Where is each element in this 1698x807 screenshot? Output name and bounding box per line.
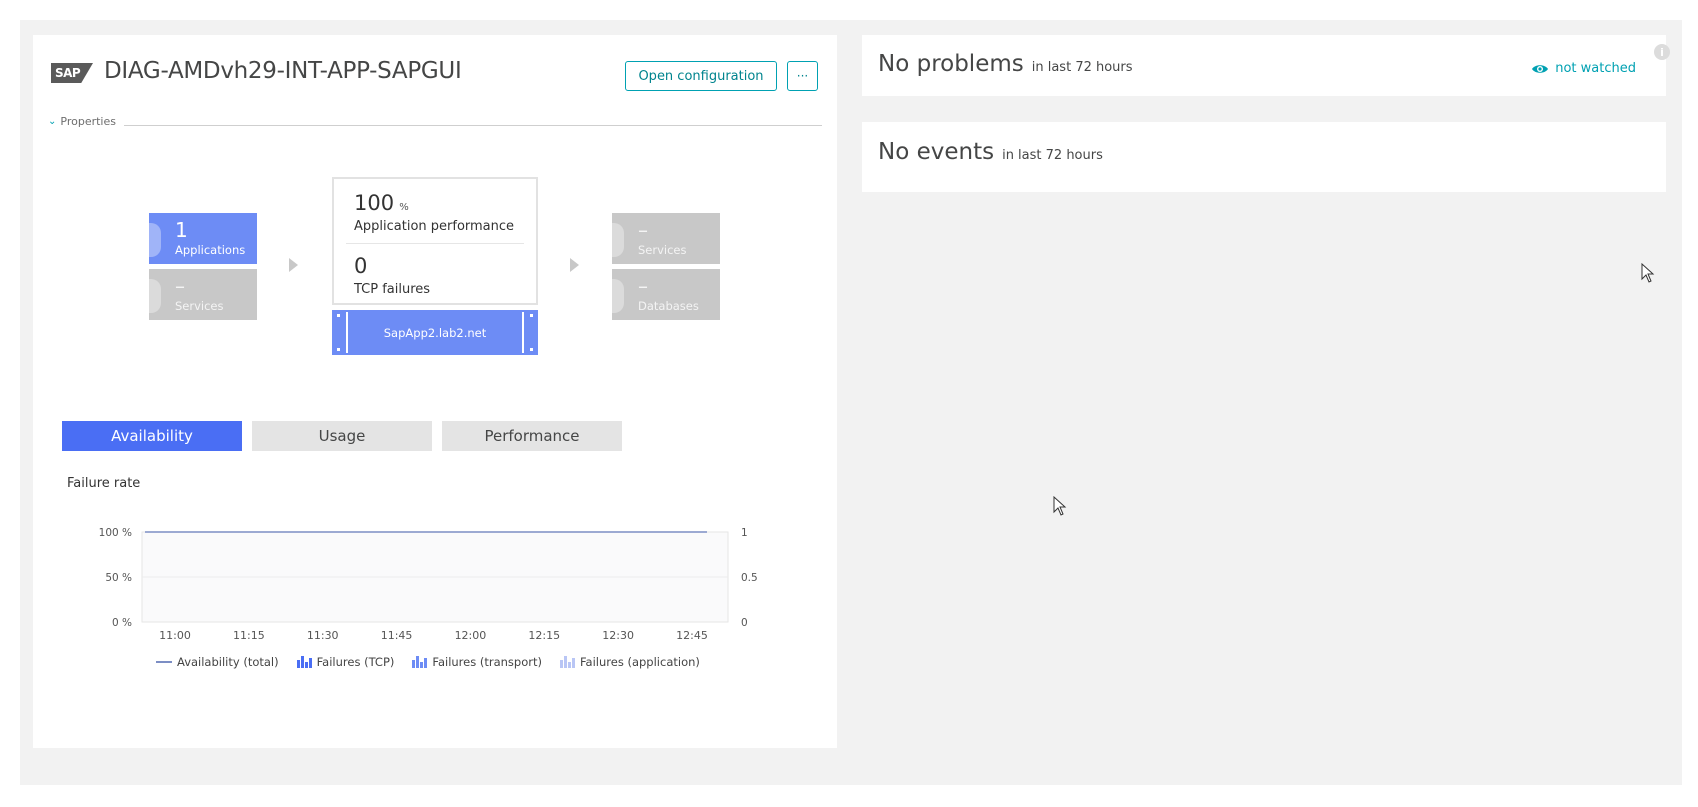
- mouse-cursor-icon: [1641, 263, 1655, 283]
- failure-rate-chart: 100 % 50 % 0 % 1 0.5 0 11:00 11:15 11:30 11:45 12:…: [99, 527, 758, 642]
- legend-item-tcp[interactable]: Failures (TCP): [296, 655, 395, 669]
- databases-count: –: [638, 274, 648, 298]
- services-right-label: Services: [638, 243, 687, 257]
- x-tick-label: 12:45: [676, 629, 708, 642]
- events-card[interactable]: No events in last 72 hours: [862, 122, 1666, 192]
- flow-arrow-icon: [570, 258, 579, 272]
- host-dot: [337, 348, 340, 351]
- services-tile-right[interactable]: – Services: [612, 213, 720, 264]
- entity-title: DIAG-AMDvh29-INT-APP-SAPGUI: [104, 58, 462, 84]
- properties-label: Properties: [60, 115, 116, 128]
- x-tick-label: 11:30: [307, 629, 339, 642]
- tab-availability[interactable]: Availability: [62, 421, 242, 451]
- chart-legend: Availability (total) Failures (TCP) Fail…: [156, 655, 700, 669]
- services-left-label: Services: [175, 299, 224, 313]
- performance-value: 100: [354, 191, 395, 215]
- legend-item-availability[interactable]: Availability (total): [156, 655, 279, 669]
- x-tick-label: 11:00: [159, 629, 191, 642]
- more-menu-button[interactable]: ···: [787, 61, 818, 91]
- divider: [124, 125, 822, 126]
- line-swatch-icon: [156, 661, 172, 663]
- problems-title: No problems: [878, 51, 1024, 77]
- host-dot: [530, 348, 533, 351]
- host-dot: [530, 314, 533, 317]
- x-tick-label: 12:00: [455, 629, 487, 642]
- eye-icon: [1532, 64, 1549, 73]
- databases-label: Databases: [638, 299, 699, 313]
- x-tick-label: 11:15: [233, 629, 265, 642]
- tab-usage[interactable]: Usage: [252, 421, 432, 451]
- applications-label: Applications: [175, 243, 246, 257]
- chart-title: Failure rate: [67, 476, 141, 491]
- problems-range: in last 72 hours: [1031, 60, 1133, 75]
- tcp-failures-label: TCP failures: [354, 282, 431, 297]
- legend-label: Failures (TCP): [316, 655, 395, 669]
- events-range: in last 72 hours: [1002, 148, 1103, 163]
- y-tick-label-left: 50 %: [105, 572, 132, 584]
- open-configuration-button[interactable]: Open configuration: [625, 61, 777, 91]
- service-icon: [612, 223, 624, 257]
- properties-toggle[interactable]: ⌄ Properties: [48, 115, 116, 128]
- legend-item-application[interactable]: Failures (application): [559, 655, 700, 669]
- flow-arrow-icon: [289, 258, 298, 272]
- watch-label: not watched: [1555, 61, 1636, 76]
- events-title: No events: [878, 139, 995, 165]
- bar-swatch-icon: [296, 656, 312, 668]
- y-tick-label-left: 0 %: [112, 617, 132, 629]
- problems-card[interactable]: No problems in last 72 hours not watched: [862, 35, 1666, 96]
- host-tile[interactable]: SapApp2.lab2.net: [332, 310, 538, 355]
- application-icon: [149, 223, 161, 257]
- performance-label: Application performance: [354, 219, 515, 234]
- services-tile-left[interactable]: – Services: [149, 269, 257, 320]
- bar-swatch-icon: [559, 656, 575, 668]
- database-icon: [612, 279, 624, 313]
- legend-label: Failures (transport): [432, 655, 542, 669]
- x-tick-label: 11:45: [381, 629, 413, 642]
- host-name: SapApp2.lab2.net: [346, 312, 524, 353]
- y-tick-label-left: 100 %: [99, 527, 132, 539]
- x-tick-label: 12:30: [602, 629, 634, 642]
- bar-swatch-icon: [412, 656, 428, 668]
- process-performance-box[interactable]: 100 % Application performance 0 TCP fail…: [332, 177, 538, 305]
- applications-count: 1: [175, 218, 188, 242]
- legend-label: Availability (total): [177, 655, 279, 669]
- y-tick-label-right: 0.5: [741, 572, 758, 584]
- y-tick-label-right: 1: [741, 527, 748, 539]
- divider: [346, 243, 524, 244]
- x-tick-label: 12:15: [528, 629, 560, 642]
- info-icon[interactable]: i: [1654, 44, 1670, 60]
- y-tick-label-right: 0: [741, 617, 748, 629]
- applications-tile[interactable]: 1 Applications: [149, 213, 257, 264]
- services-right-count: –: [638, 218, 648, 242]
- legend-label: Failures (application): [579, 655, 700, 669]
- databases-tile[interactable]: – Databases: [612, 269, 720, 320]
- tab-performance[interactable]: Performance: [442, 421, 622, 451]
- legend-item-transport[interactable]: Failures (transport): [412, 655, 542, 669]
- service-icon: [149, 279, 161, 313]
- mouse-cursor-icon: [1053, 496, 1067, 516]
- performance-unit: %: [399, 202, 409, 213]
- host-dot: [337, 314, 340, 317]
- services-left-count: –: [175, 274, 185, 298]
- watch-toggle[interactable]: not watched: [1531, 61, 1636, 76]
- chevron-down-icon: ⌄: [48, 116, 57, 127]
- tcp-failures-value: 0: [354, 254, 368, 278]
